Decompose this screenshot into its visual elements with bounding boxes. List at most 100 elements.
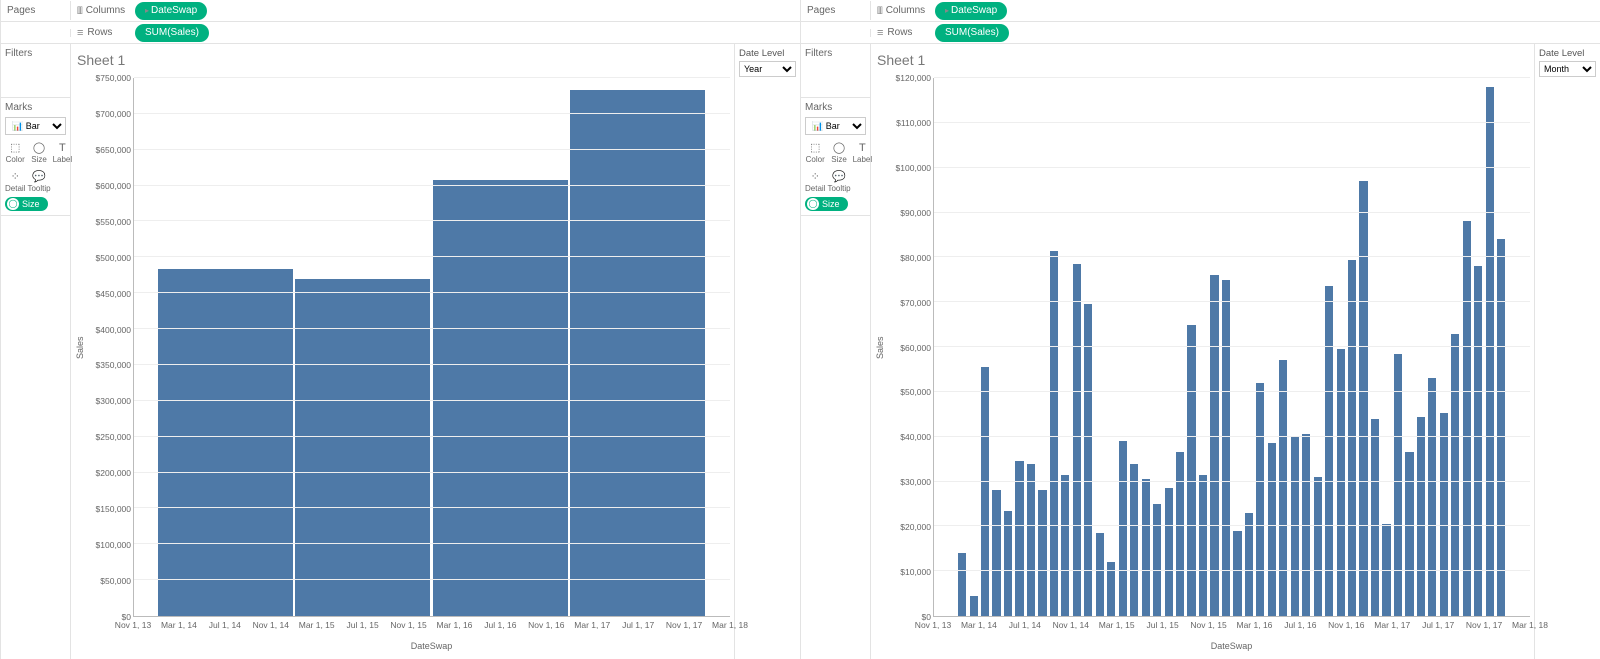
date-level-select-year[interactable]: Year (739, 61, 796, 77)
bar[interactable] (433, 180, 569, 616)
size-pill-icon: ◯ (7, 198, 19, 210)
bar[interactable] (1153, 504, 1162, 616)
bar[interactable] (1210, 275, 1219, 616)
bar[interactable] (1015, 461, 1024, 616)
bar[interactable] (1038, 490, 1047, 616)
rows-pill-sum-sales[interactable]: SUM(Sales) (135, 24, 209, 42)
left-plot[interactable] (133, 78, 730, 617)
bar[interactable] (1245, 513, 1254, 616)
size-icon: ◯ (827, 141, 850, 155)
bar[interactable] (1337, 349, 1346, 616)
marks-size-pill[interactable]: ◯Size (5, 197, 48, 211)
bar[interactable] (992, 490, 1001, 616)
marks-detail-button[interactable]: ⁘Detail (5, 168, 25, 195)
columns-pill-dateswap[interactable]: DateSwap (135, 2, 207, 20)
marks-color-button[interactable]: ⬚Color (805, 139, 825, 166)
right-viz: Sheet 1 Sales $0$10,000$20,000$30,000$40… (871, 44, 1534, 659)
bar[interactable] (1096, 533, 1105, 616)
left-chart[interactable]: Sales $0$50,000$100,000$150,000$200,000$… (75, 78, 730, 617)
bar[interactable] (981, 367, 990, 616)
date-level-label: Date Level (1539, 48, 1596, 59)
bar[interactable] (1497, 239, 1506, 616)
bar[interactable] (1061, 475, 1070, 616)
shelves: Pages Columns DateSwap Rows SUM(Sales) (801, 0, 1600, 44)
sheet-title[interactable]: Sheet 1 (875, 48, 1530, 78)
tooltip-icon: 💬 (27, 170, 50, 184)
bar[interactable] (1073, 264, 1082, 616)
bar[interactable] (1187, 325, 1196, 616)
bar[interactable] (1440, 413, 1449, 616)
marks-color-button[interactable]: ⬚Color (5, 139, 25, 166)
bar[interactable] (1348, 260, 1357, 616)
marks-label-button[interactable]: TLabel (53, 139, 73, 166)
left-viz: Sheet 1 Sales $0$50,000$100,000$150,000$… (71, 44, 734, 659)
left-x-ticks: Nov 1, 13Mar 1, 14Jul 1, 14Nov 1, 14Mar … (133, 617, 730, 641)
marks-type-select[interactable]: 📊 Bar (5, 117, 66, 135)
bar[interactable] (1130, 464, 1139, 616)
left-x-axis-label: DateSwap (133, 641, 730, 655)
bar[interactable] (570, 90, 706, 616)
filters-card[interactable]: Filters (1, 44, 70, 98)
pages-shelf-area[interactable] (1, 29, 71, 37)
bar[interactable] (970, 596, 979, 616)
bar[interactable] (1199, 475, 1208, 616)
bar[interactable] (1050, 251, 1059, 616)
marks-type-select[interactable]: 📊 Bar (805, 117, 866, 135)
marks-tooltip-button[interactable]: 💬Tooltip (27, 168, 50, 195)
right-x-axis-label: DateSwap (933, 641, 1530, 655)
rows-shelf[interactable]: SUM(Sales) (931, 22, 1600, 44)
right-plot[interactable] (933, 78, 1530, 617)
bar[interactable] (1474, 266, 1483, 616)
rows-shelf-label: Rows (871, 27, 931, 39)
marks-detail-button[interactable]: ⁘Detail (805, 168, 825, 195)
bar[interactable] (1165, 488, 1174, 616)
columns-shelf[interactable]: DateSwap (131, 0, 800, 22)
pages-shelf-area[interactable] (801, 29, 871, 37)
right-y-ticks: $0$10,000$20,000$30,000$40,000$50,000$60… (889, 78, 933, 617)
bar[interactable] (1027, 464, 1036, 616)
marks-size-button[interactable]: ◯Size (27, 139, 50, 166)
rows-shelf[interactable]: SUM(Sales) (131, 22, 800, 44)
marks-size-button[interactable]: ◯Size (827, 139, 850, 166)
label-icon: T (853, 141, 873, 155)
bar[interactable] (1222, 280, 1231, 616)
bar[interactable] (1325, 286, 1334, 616)
bar[interactable] (1256, 383, 1265, 616)
bar[interactable] (295, 279, 431, 616)
bar[interactable] (1405, 452, 1414, 616)
marks-label-button[interactable]: TLabel (853, 139, 873, 166)
bar[interactable] (1359, 181, 1368, 616)
pages-shelf-label: Pages (801, 1, 871, 20)
filters-card[interactable]: Filters (801, 44, 870, 98)
columns-shelf-label: Columns (871, 5, 931, 16)
bar[interactable] (1463, 221, 1472, 616)
columns-pill-dateswap[interactable]: DateSwap (935, 2, 1007, 20)
bar[interactable] (1428, 378, 1437, 616)
marks-tooltip-button[interactable]: 💬Tooltip (827, 168, 850, 195)
columns-shelf[interactable]: DateSwap (931, 0, 1600, 22)
bar[interactable] (958, 553, 967, 616)
bar[interactable] (1233, 531, 1242, 616)
bar[interactable] (1279, 360, 1288, 616)
detail-icon: ⁘ (5, 170, 25, 184)
bar[interactable] (1004, 511, 1013, 616)
rows-icon (77, 27, 83, 39)
sheet-title[interactable]: Sheet 1 (75, 48, 730, 78)
marks-size-pill[interactable]: ◯Size (805, 197, 848, 211)
bar[interactable] (1371, 419, 1380, 616)
rows-pill-sum-sales[interactable]: SUM(Sales) (935, 24, 1009, 42)
bar[interactable] (158, 269, 294, 616)
date-level-select-month[interactable]: Month (1539, 61, 1596, 77)
shelves: Pages Columns DateSwap Rows SUM(Sales) (1, 0, 800, 44)
size-pill-icon: ◯ (807, 198, 819, 210)
bar[interactable] (1119, 441, 1128, 616)
bar[interactable] (1451, 334, 1460, 616)
bar[interactable] (1417, 417, 1426, 617)
bar[interactable] (1268, 443, 1277, 616)
right-chart[interactable]: Sales $0$10,000$20,000$30,000$40,000$50,… (875, 78, 1530, 617)
left-side-cards: Filters Marks 📊 Bar ⬚Color ◯Size TLabel … (801, 44, 871, 659)
bar[interactable] (1314, 477, 1323, 616)
bar[interactable] (1142, 479, 1151, 616)
bar[interactable] (1176, 452, 1185, 616)
bar[interactable] (1394, 354, 1403, 616)
